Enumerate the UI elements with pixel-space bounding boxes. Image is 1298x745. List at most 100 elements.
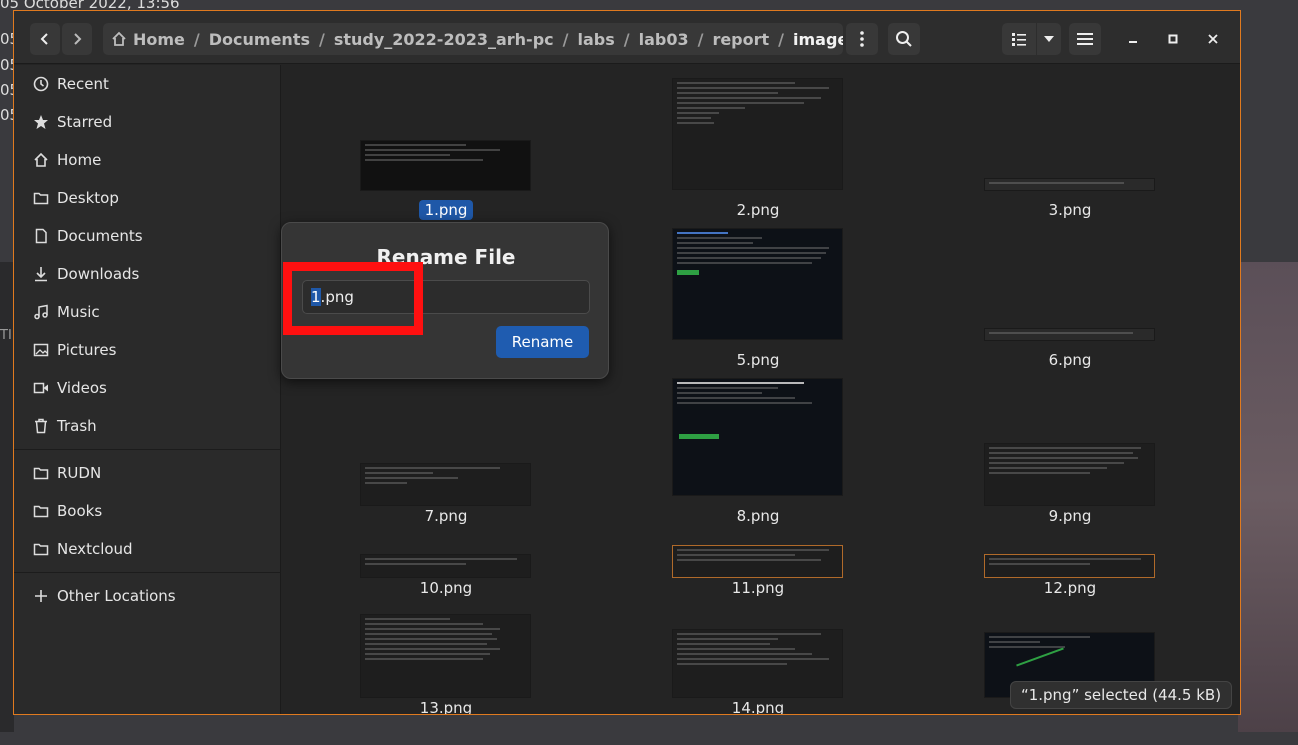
file-grid: 1.png 2.png 3.png 5.png 6.png 7.png 8.pn…	[282, 65, 1240, 715]
sidebar-item-nextcloud[interactable]: Nextcloud	[14, 532, 281, 566]
document-icon	[32, 227, 50, 245]
chevron-right-icon	[74, 33, 82, 45]
hamburger-menu-icon	[1077, 33, 1093, 45]
file-name: 3.png	[1048, 201, 1092, 219]
clock-icon	[32, 75, 50, 93]
path-menu-button[interactable]	[846, 23, 878, 55]
file-thumbnail	[360, 140, 531, 191]
breadcrumb-study[interactable]: study_2022-2023_arh-pc	[334, 30, 554, 49]
maximize-button[interactable]	[1159, 23, 1187, 55]
view-toggle-button[interactable]	[1002, 23, 1036, 55]
sidebar-item-videos[interactable]: Videos	[14, 371, 281, 405]
breadcrumb-separator: /	[778, 29, 785, 49]
sidebar-item-label: Trash	[57, 417, 97, 435]
status-bar: “1.png” selected (44.5 kB)	[1010, 681, 1232, 709]
download-icon	[32, 265, 50, 283]
file-name-wrap: 1.png	[356, 200, 536, 220]
breadcrumb-separator: /	[193, 29, 200, 49]
sidebar-item-label: Recent	[57, 75, 109, 93]
file-name: 12.png	[1043, 579, 1097, 597]
file-name: 14.png	[731, 699, 785, 715]
file-thumbnail	[984, 328, 1155, 341]
sidebar: Recent Starred Home Desktop Documents Do…	[14, 65, 281, 714]
sidebar-item-home[interactable]: Home	[14, 143, 281, 177]
file-name: 2.png	[736, 201, 780, 219]
file-thumbnail	[672, 228, 843, 340]
forward-button[interactable]	[62, 23, 92, 55]
sidebar-item-label: Home	[57, 151, 102, 169]
sidebar-item-starred[interactable]: Starred	[14, 105, 281, 139]
sidebar-item-label: Documents	[57, 227, 143, 245]
breadcrumb-lab03[interactable]: lab03	[639, 30, 689, 49]
sidebar-item-label: Desktop	[57, 189, 119, 207]
file-thumbnail	[672, 78, 843, 190]
sidebar-item-rudn[interactable]: RUDN	[14, 456, 281, 490]
breadcrumb-separator: /	[318, 29, 325, 49]
file-thumbnail	[984, 554, 1155, 578]
file-name: 6.png	[1048, 351, 1092, 369]
sidebar-item-label: Music	[57, 303, 100, 321]
back-button[interactable]	[30, 23, 60, 55]
close-icon	[1208, 34, 1218, 44]
music-icon	[32, 303, 50, 321]
sidebar-item-recent[interactable]: Recent	[14, 67, 281, 101]
sidebar-item-books[interactable]: Books	[14, 494, 281, 528]
sidebar-item-label: Videos	[57, 379, 107, 397]
background-wallpaper	[1238, 262, 1298, 732]
folder-icon	[32, 540, 50, 558]
maximize-icon	[1168, 34, 1178, 44]
folder-icon	[32, 189, 50, 207]
folder-icon	[32, 464, 50, 482]
file-thumbnail	[984, 443, 1155, 506]
breadcrumb-separator: /	[562, 29, 569, 49]
view-options-button[interactable]	[1037, 23, 1061, 55]
file-thumbnail	[672, 378, 843, 496]
trash-icon	[32, 417, 50, 435]
breadcrumb-documents[interactable]: Documents	[209, 30, 310, 49]
sidebar-item-trash[interactable]: Trash	[14, 409, 281, 443]
status-text: “1.png” selected (44.5 kB)	[1020, 686, 1222, 704]
sidebar-item-music[interactable]: Music	[14, 295, 281, 329]
breadcrumb-separator: /	[697, 29, 704, 49]
file-name: 8.png	[736, 507, 780, 525]
file-thumbnail	[672, 545, 843, 578]
sidebar-item-downloads[interactable]: Downloads	[14, 257, 281, 291]
home-icon	[112, 31, 126, 46]
close-button[interactable]	[1199, 23, 1227, 55]
sidebar-item-label: Other Locations	[57, 587, 176, 605]
breadcrumb: Home / Documents / study_2022-2023_arh-p…	[103, 23, 843, 55]
file-thumbnail	[984, 178, 1155, 191]
breadcrumb-report[interactable]: report	[712, 30, 769, 49]
picture-icon	[32, 341, 50, 359]
sidebar-item-other-locations[interactable]: Other Locations	[14, 579, 281, 613]
search-button[interactable]	[888, 23, 920, 55]
main-menu-button[interactable]	[1069, 23, 1101, 55]
sidebar-item-pictures[interactable]: Pictures	[14, 333, 281, 367]
file-name: 11.png	[731, 579, 785, 597]
star-icon	[32, 113, 50, 131]
sidebar-separator	[14, 449, 281, 450]
file-thumbnail	[360, 463, 531, 506]
file-name: 9.png	[1048, 507, 1092, 525]
breadcrumb-labs[interactable]: labs	[577, 30, 614, 49]
breadcrumb-home[interactable]: Home	[111, 30, 185, 49]
home-icon	[32, 151, 50, 169]
file-name: 7.png	[424, 507, 468, 525]
video-icon	[32, 379, 50, 397]
sidebar-item-label: Downloads	[57, 265, 140, 283]
file-thumbnail	[360, 554, 531, 578]
list-view-icon	[1012, 33, 1026, 46]
rename-button[interactable]: Rename	[496, 326, 589, 358]
breadcrumb-image[interactable]: image	[793, 30, 843, 49]
sidebar-item-label: Books	[57, 502, 103, 520]
minimize-button[interactable]	[1119, 23, 1147, 55]
chevron-down-icon	[1044, 36, 1054, 42]
sidebar-item-desktop[interactable]: Desktop	[14, 181, 281, 215]
breadcrumb-label: Home	[133, 29, 185, 49]
file-name: 5.png	[736, 351, 780, 369]
sidebar-item-label: Nextcloud	[57, 540, 133, 558]
minimize-icon	[1129, 41, 1137, 43]
breadcrumb-separator: /	[623, 29, 630, 49]
file-thumbnail	[672, 629, 843, 698]
sidebar-item-documents[interactable]: Documents	[14, 219, 281, 253]
